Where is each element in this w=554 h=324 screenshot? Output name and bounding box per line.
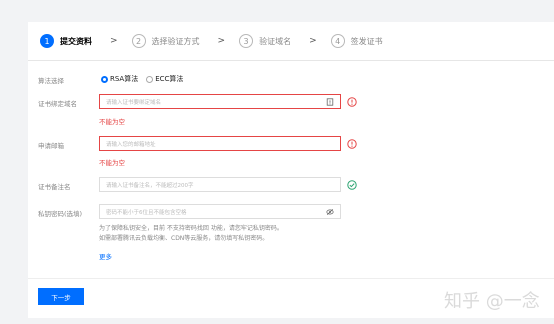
email-input[interactable]: 请输入您的邮箱地址 (99, 136, 341, 151)
error-icon (347, 139, 357, 149)
step-label: 提交资料 (60, 36, 92, 46)
password-input[interactable]: 密码不能小于6位且不能包含空格 (99, 204, 341, 219)
steps-progress: 1 提交资料 > 2 选择验证方式 > 3 验证域名 > 4 签发证书 (40, 32, 383, 50)
algorithm-label: 算法选择 (38, 77, 64, 85)
more-link[interactable]: 更多 (99, 251, 112, 261)
step-label: 签发证书 (350, 36, 383, 46)
remark-input[interactable]: 请输入证书备注名，不能超过200字 (99, 177, 341, 192)
algorithm-radio-group: RSA算法 ECC算法 (101, 74, 191, 84)
radio-rsa-label[interactable]: RSA算法 (110, 74, 138, 84)
email-placeholder: 请输入您的邮箱地址 (106, 141, 156, 148)
radio-ecc-label[interactable]: ECC算法 (155, 74, 183, 84)
step-label: 选择验证方式 (151, 36, 200, 46)
step-number: 2 (131, 34, 146, 48)
footer-divider (28, 278, 554, 279)
password-help-line-2: 如需部署腾讯云负载均衡、CDN等云服务，请勿填写私钥密码。 (99, 235, 269, 242)
domain-input[interactable]: 请输入证书要绑定域名 (99, 94, 341, 109)
step-number: 4 (330, 34, 345, 48)
check-circle-icon (347, 180, 357, 190)
password-placeholder: 密码不能小于6位且不能包含空格 (106, 209, 187, 216)
watermark: 知乎 @一念 (444, 291, 540, 312)
domain-label: 证书绑定域名 (38, 100, 77, 108)
password-help-line-1: 为了保障私钥安全，目前 不支持密码找回 功能，请您牢记私钥密码。 (99, 225, 283, 232)
clipboard-icon[interactable] (326, 97, 334, 106)
step-submit-info: 1 提交资料 (40, 34, 92, 48)
chevron-right-icon: > (309, 36, 317, 46)
email-error-message: 不能为空 (99, 159, 125, 167)
next-step-button[interactable]: 下一步 (38, 288, 84, 305)
radio-ecc[interactable] (146, 75, 154, 83)
remark-placeholder: 请输入证书备注名，不能超过200字 (106, 182, 194, 189)
chevron-right-icon: > (217, 36, 226, 46)
remark-label: 证书备注名 (38, 183, 71, 191)
email-label: 申请邮箱 (38, 142, 64, 150)
step-number: 3 (239, 34, 254, 48)
error-icon (347, 97, 357, 107)
step-choose-verification: 2 选择验证方式 (131, 34, 200, 48)
apply-certificate-card: 1 提交资料 > 2 选择验证方式 > 3 验证域名 > 4 签发证书 算法选择… (28, 22, 554, 318)
step-verify-domain: 3 验证域名 (239, 34, 291, 48)
eye-hidden-icon[interactable] (326, 208, 334, 216)
domain-placeholder: 请输入证书要绑定域名 (106, 99, 162, 106)
steps-divider (28, 60, 554, 61)
step-issue-certificate: 4 签发证书 (330, 34, 383, 48)
domain-error-message: 不能为空 (99, 118, 125, 126)
chevron-right-icon: > (110, 36, 118, 46)
step-label: 验证域名 (259, 36, 292, 46)
step-number: 1 (40, 34, 54, 48)
radio-rsa[interactable] (101, 75, 108, 83)
password-label: 私钥密码(选填) (38, 210, 83, 218)
